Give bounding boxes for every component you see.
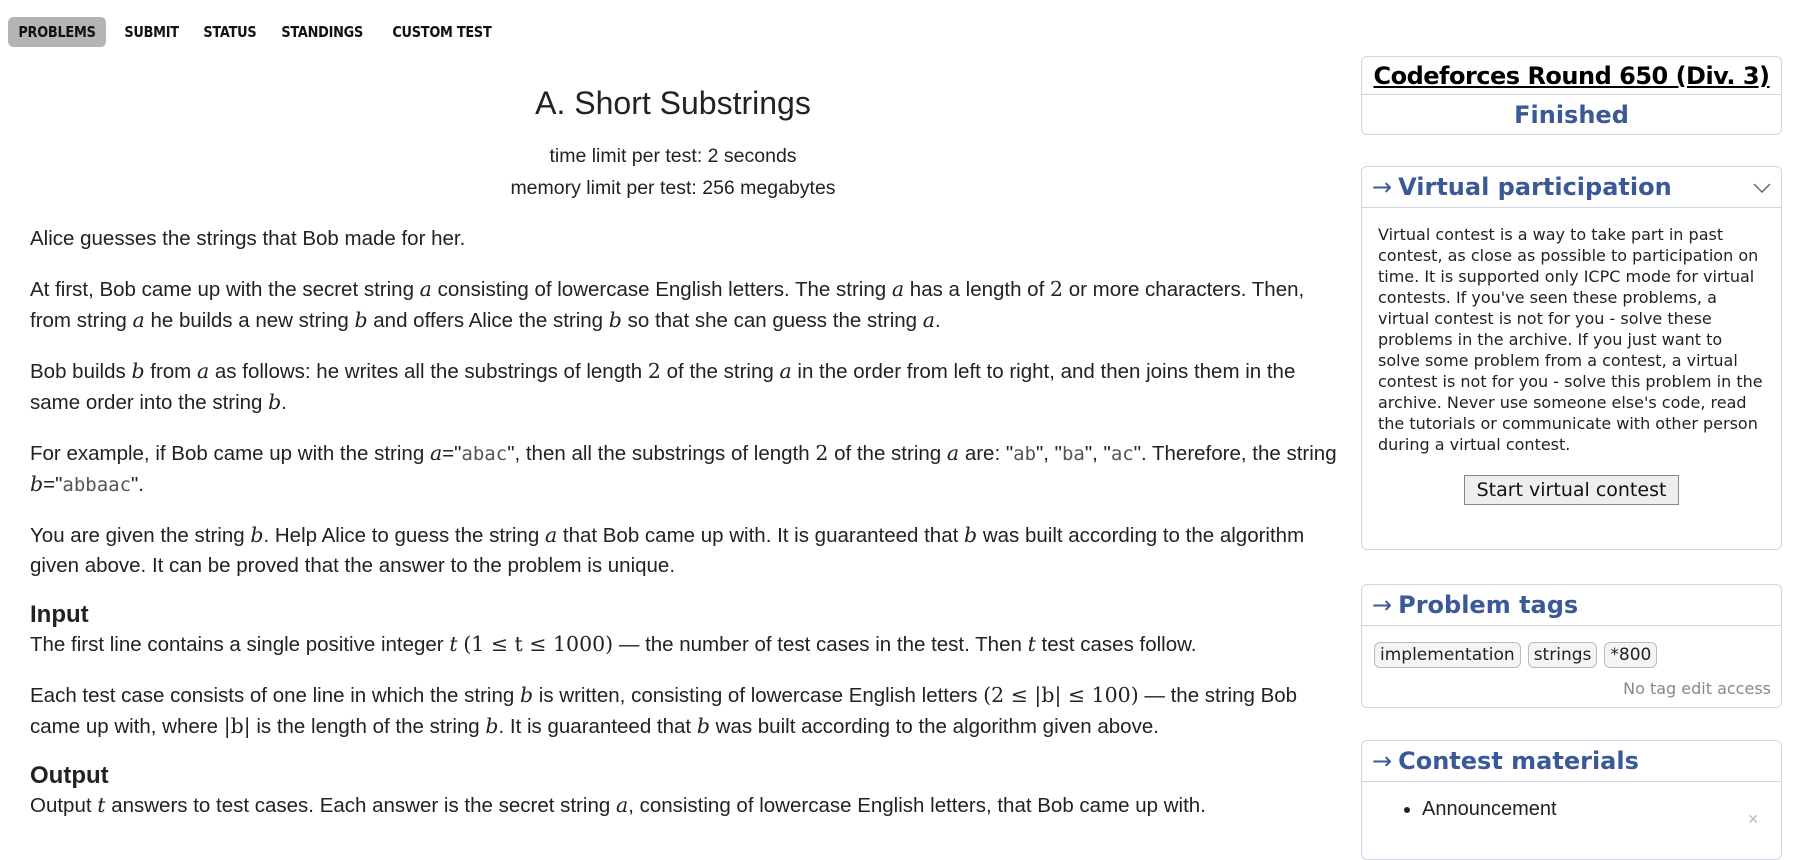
- arrow-icon: →: [1372, 591, 1393, 619]
- close-icon[interactable]: ✕: [1747, 811, 1759, 828]
- contest-materials-title: Contest materials: [1398, 747, 1639, 775]
- arrow-icon: →: [1372, 173, 1393, 201]
- contest-name-link[interactable]: Codeforces Round 650 (Div. 3): [1362, 57, 1781, 95]
- paragraph-2: At first, Bob came up with the secret st…: [30, 277, 1305, 332]
- chevron-down-icon[interactable]: [1753, 179, 1771, 197]
- problem-tags-box: → Problem tags implementation strings *80…: [1361, 584, 1782, 708]
- problem-statement: A. Short Substrings time limit per test:…: [0, 60, 1346, 841]
- materials-list: Announcement: [1362, 782, 1781, 821]
- no-tag-edit-access: No tag edit access: [1623, 679, 1771, 698]
- tag-implementation[interactable]: implementation: [1374, 642, 1521, 668]
- tab-problems[interactable]: PROBLEMS: [8, 17, 106, 47]
- tag-strings[interactable]: strings: [1527, 642, 1598, 668]
- tab-custom-test[interactable]: CUSTOM TEST: [382, 17, 502, 47]
- input-title: Input: [30, 601, 89, 628]
- paragraph-4: For example, if Bob came up with the str…: [30, 441, 1337, 496]
- input-paragraph-2: Each test case consists of one line in w…: [30, 683, 1298, 738]
- tab-status[interactable]: STATUS: [193, 17, 267, 47]
- output-paragraph-1: Output t answers to test cases. Each ans…: [30, 793, 1206, 817]
- contest-materials-box: →Contest materials Announcement ✕: [1361, 740, 1782, 860]
- problem-tags-header: → Problem tags: [1362, 585, 1781, 626]
- time-limit: time limit per test: 2 seconds: [549, 145, 797, 167]
- input-paragraph-1: The first line contains a single positiv…: [30, 632, 1197, 656]
- legend: Alice guesses the strings that Bob made …: [0, 224, 1346, 821]
- contest-status: Finished: [1514, 101, 1629, 129]
- tab-standings[interactable]: STANDINGS: [271, 17, 373, 47]
- output-title: Output: [30, 762, 109, 789]
- list-item: Announcement: [1422, 798, 1781, 821]
- problem-title: A. Short Substrings: [535, 85, 811, 121]
- tags-list: implementation strings *800: [1362, 626, 1781, 668]
- virtual-participation-text: Virtual contest is a way to take part in…: [1378, 225, 1763, 454]
- problem-nav: PROBLEMS SUBMIT STATUS STANDINGS CUSTOM …: [8, 16, 511, 48]
- contest-materials-header: → Contest materials: [1362, 741, 1781, 782]
- problem-tags-title: Problem tags: [1398, 591, 1579, 619]
- virtual-participation-title: Virtual participation: [1398, 173, 1672, 201]
- tag-difficulty[interactable]: *800: [1604, 642, 1658, 668]
- paragraph-1: Alice guesses the strings that Bob made …: [30, 227, 466, 250]
- announcement-link[interactable]: Announcement: [1422, 798, 1557, 820]
- memory-limit: memory limit per test: 256 megabytes: [510, 177, 836, 199]
- paragraph-3: Bob builds b from a as follows: he write…: [30, 359, 1296, 414]
- start-virtual-contest-button[interactable]: Start virtual contest: [1463, 475, 1680, 505]
- virtual-participation-box: → Virtual participation Virtual contest i…: [1361, 166, 1782, 550]
- problem-limits: time limit per test: 2 seconds memory li…: [0, 140, 1346, 204]
- tab-submit[interactable]: SUBMIT: [114, 17, 189, 47]
- virtual-participation-header[interactable]: → Virtual participation: [1362, 167, 1781, 208]
- contest-info-box: Codeforces Round 650 (Div. 3) Finished: [1361, 56, 1782, 135]
- arrow-icon: →: [1372, 747, 1393, 775]
- paragraph-5: You are given the string b. Help Alice t…: [30, 523, 1305, 577]
